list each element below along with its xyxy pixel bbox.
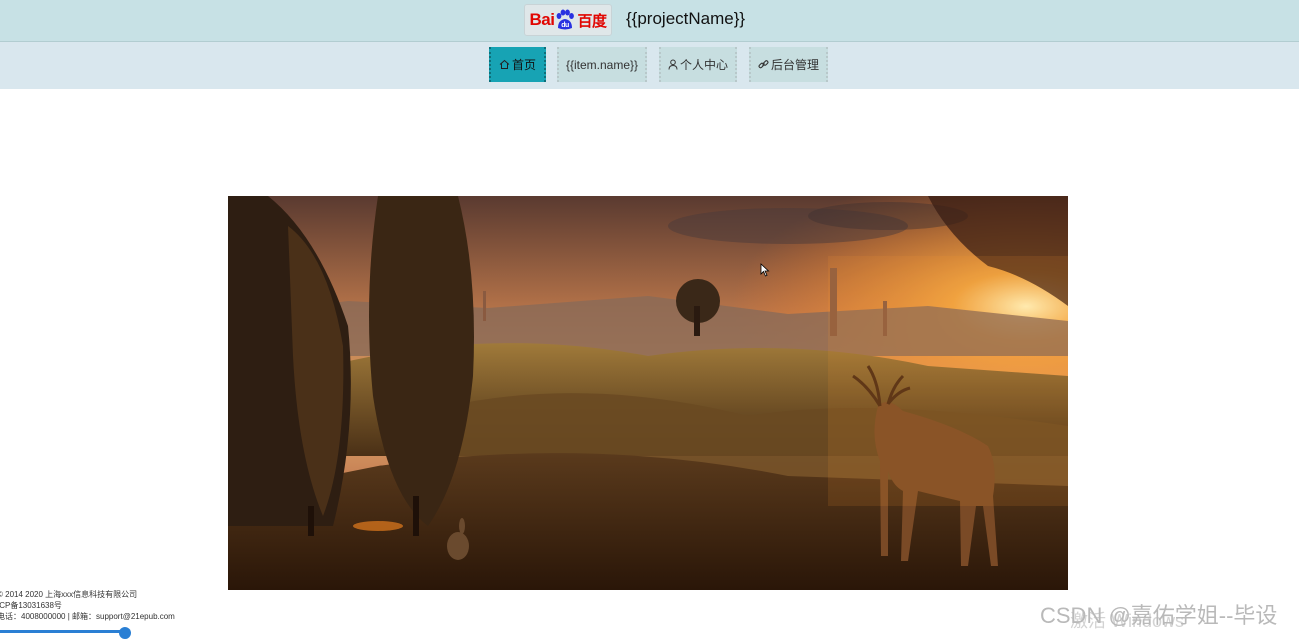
logo-text-cn: 百度 — [577, 12, 607, 30]
top-header: Bai du 百度 {{projectName}} — [0, 0, 1299, 42]
slider-track[interactable] — [0, 630, 126, 633]
svg-text:du: du — [562, 22, 570, 29]
mouse-cursor-icon — [760, 263, 770, 282]
baidu-logo[interactable]: Bai du 百度 — [524, 4, 612, 36]
footer: © 2014 2020 上海xxx信息科技有限公司 ICP备13031638号 … — [0, 589, 175, 622]
csdn-watermark: CSDN @嘉佑学姐--毕设 — [1040, 603, 1278, 628]
nav-item-label: {{item.name}} — [565, 57, 639, 72]
paw-icon: du — [555, 9, 575, 31]
link-icon — [758, 59, 769, 70]
nav-item-label: 后台管理 — [770, 58, 819, 72]
user-icon — [668, 59, 678, 70]
slider-handle[interactable] — [119, 627, 131, 639]
project-name: {{projectName}} — [626, 9, 746, 28]
home-icon — [499, 59, 510, 70]
nav-item-personal-center[interactable]: 个人中心 — [659, 47, 737, 82]
nav-item-home[interactable]: 首页 — [489, 47, 546, 82]
footer-icp: ICP备13031638号 — [0, 601, 62, 610]
nav-item-label: 首页 — [511, 58, 536, 72]
nav-item-admin[interactable]: 后台管理 — [749, 47, 828, 82]
nav-item-dynamic[interactable]: {{item.name}} — [557, 47, 647, 82]
nav-bar: 首页 {{item.name}} 个人中心 后台管理 — [0, 42, 1299, 89]
footer-copyright: © 2014 2020 上海xxx信息科技有限公司 — [0, 590, 138, 599]
landscape-deer-scene — [228, 196, 1068, 590]
logo-text-latin: Bai — [529, 10, 555, 29]
banner-image — [228, 196, 1068, 590]
nav-item-label: 个人中心 — [679, 58, 728, 72]
footer-contact: 电话：4008000000 | 邮箱：support@21epub.com — [0, 612, 175, 621]
